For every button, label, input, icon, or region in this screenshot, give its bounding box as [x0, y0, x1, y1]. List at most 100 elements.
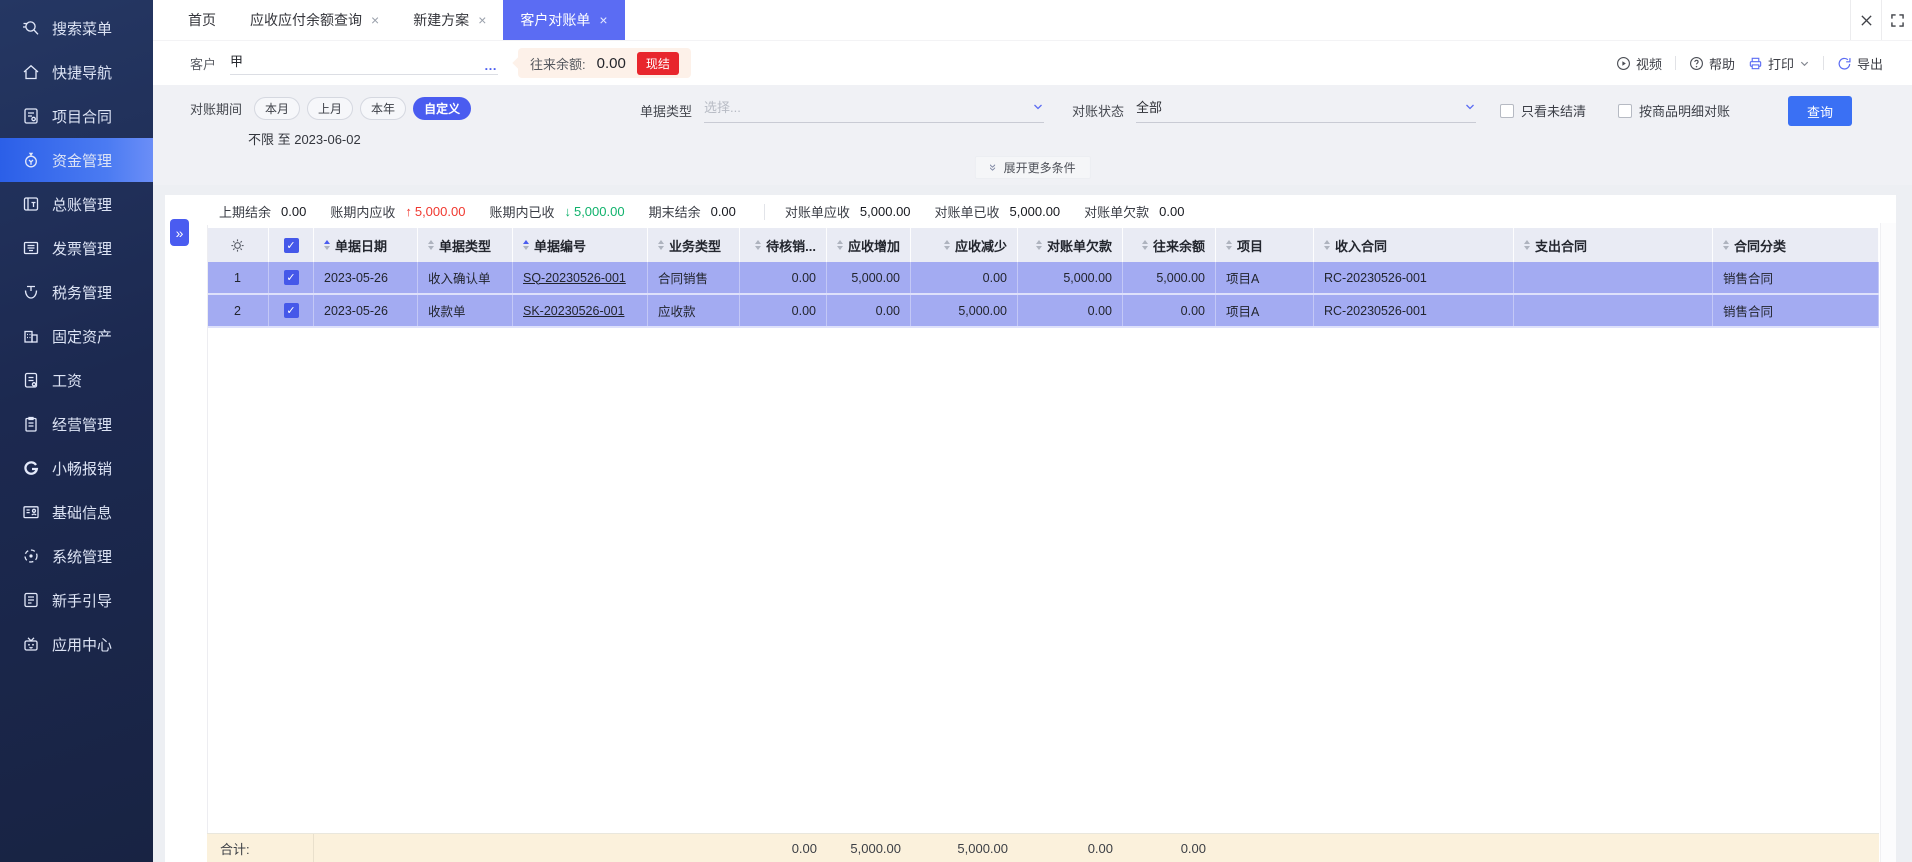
double-chevron-down-icon: » — [985, 163, 1001, 172]
sidebar-item-system-mgmt[interactable]: 系统管理 — [0, 534, 153, 578]
sidebar-item-app-center[interactable]: 应用中心 — [0, 622, 153, 666]
close-tab-icon[interactable]: × — [599, 12, 607, 28]
cell-biz-type: 合同销售 — [648, 262, 740, 293]
only-unsettled-checkbox[interactable] — [1500, 103, 1514, 118]
cell-select: ✓ — [269, 295, 314, 326]
period-option-btn[interactable]: 上月 — [307, 97, 354, 120]
video-button[interactable]: 视频 — [1616, 54, 1662, 73]
row-checkbox[interactable]: ✓ — [283, 303, 299, 318]
summary-value: 5,000.00 — [573, 204, 625, 219]
sort-icon[interactable] — [1324, 240, 1330, 250]
table-row[interactable]: 2 ✓ 2023-05-26 收款单 SK-20230526-001 应收款 0.00 0.0… — [207, 295, 1879, 328]
sort-icon[interactable] — [324, 240, 330, 250]
column-header-project[interactable]: 项目 — [1216, 228, 1314, 262]
export-button[interactable]: 导出 — [1837, 54, 1883, 73]
row-checkbox[interactable]: ✓ — [283, 270, 299, 285]
sidebar-item-general-ledger[interactable]: 总账管理 — [0, 182, 153, 226]
search-button[interactable]: 查询 — [1788, 96, 1852, 126]
period-range[interactable]: 不限 至 2023-06-02 — [248, 129, 361, 148]
sidebar-item-label: 小畅报销 — [52, 460, 113, 478]
sidebar-item-label: 项目合同 — [52, 108, 113, 126]
tab-ar-ap-balance-query[interactable]: 应收应付余额查询 × — [233, 0, 396, 40]
sort-icon[interactable] — [755, 240, 762, 250]
period-option-active[interactable]: 自定义 — [413, 97, 472, 120]
sidebar-item-label: 经营管理 — [52, 416, 113, 434]
sidebar-item-payroll[interactable]: 工资 — [0, 358, 153, 402]
sort-icon[interactable] — [1723, 240, 1729, 250]
column-header-pending-writeoff[interactable]: 待核销... — [740, 228, 827, 262]
column-header-income-contract[interactable]: 收入合同 — [1314, 228, 1514, 262]
table-settings-gear-icon[interactable] — [207, 228, 269, 262]
sidebar-item-newbie-guide[interactable]: 新手引导 — [0, 578, 153, 622]
cell-receivable-decrease: 5,000.00 — [911, 295, 1018, 326]
close-window-button[interactable] — [1850, 0, 1881, 40]
cell-contract-category: 销售合同 — [1713, 262, 1879, 293]
vertical-scrollbar[interactable] — [1880, 223, 1896, 862]
close-tab-icon[interactable]: × — [478, 12, 486, 28]
sidebar-item-xiaochang-expense[interactable]: 小畅报销 — [0, 446, 153, 490]
doc-no-link[interactable]: SQ-20230526-001 — [523, 271, 626, 285]
print-button[interactable]: 打印 — [1748, 54, 1810, 73]
cell-project: 项目A — [1216, 262, 1314, 293]
doc-no-link[interactable]: SK-20230526-001 — [523, 304, 624, 318]
sidebar-item-project-contract[interactable]: 项目合同 — [0, 94, 153, 138]
column-header-select[interactable]: ✓ — [269, 228, 314, 262]
sidebar-item-fixed-assets[interactable]: 固定资产 — [0, 314, 153, 358]
column-header-contract-category[interactable]: 合同分类 — [1713, 228, 1879, 262]
sidebar-item-label: 系统管理 — [52, 548, 113, 566]
column-header-doc-date[interactable]: 单据日期 — [314, 228, 418, 262]
sidebar-item-invoice-mgmt[interactable]: 发票管理 — [0, 226, 153, 270]
help-button[interactable]: 帮助 — [1689, 54, 1735, 73]
customer-input[interactable]: 甲 … — [230, 51, 499, 75]
funds-mgmt-icon — [21, 150, 41, 170]
fullscreen-icon — [1890, 13, 1904, 27]
status-select[interactable]: 全部 — [1136, 97, 1477, 123]
sidebar-item-funds-mgmt[interactable]: 资金管理 — [0, 138, 153, 182]
column-header-statement-owed[interactable]: 对账单欠款 — [1018, 228, 1123, 262]
cell-project: 项目A — [1216, 295, 1314, 326]
sort-icon[interactable] — [836, 240, 843, 250]
by-product-checkbox[interactable] — [1618, 103, 1632, 118]
sort-icon[interactable] — [1226, 240, 1232, 250]
column-header-doc-no[interactable]: 单据编号 — [513, 228, 648, 262]
column-header-expense-contract[interactable]: 支出合同 — [1514, 228, 1713, 262]
sidebar-item-business-mgmt[interactable]: 经营管理 — [0, 402, 153, 446]
sidebar-item-search-menu[interactable]: 搜索菜单 — [0, 6, 153, 50]
sidebar-item-base-info[interactable]: 基础信息 — [0, 490, 153, 534]
fixed-assets-icon — [21, 326, 41, 346]
collapse-panel-button[interactable]: » — [170, 219, 189, 246]
column-header-doc-type[interactable]: 单据类型 — [418, 228, 513, 262]
table-row[interactable]: 1 ✓ 2023-05-26 收入确认单 SQ-20230526-001 合同销售 0.00… — [207, 262, 1879, 295]
tab-customer-statement[interactable]: 客户对账单 × — [503, 0, 625, 40]
customer-picker-ellipsis-icon[interactable]: … — [484, 59, 498, 72]
settle-badge: 现结 — [636, 51, 679, 75]
sidebar-item-label: 发票管理 — [52, 240, 113, 258]
sidebar-item-tax-mgmt[interactable]: 税务管理 — [0, 270, 153, 314]
column-header-receivable-increase[interactable]: 应收增加 — [827, 228, 911, 262]
sort-desc-icon — [658, 246, 664, 250]
column-label: 单据类型 — [439, 238, 492, 254]
sort-icon[interactable] — [943, 240, 950, 250]
tab-new-plan[interactable]: 新建方案 × — [396, 0, 503, 40]
sort-desc-icon — [1324, 246, 1330, 250]
expand-more-button[interactable]: » 展开更多条件 — [974, 156, 1091, 179]
sort-icon[interactable] — [658, 240, 664, 250]
period-option-btn[interactable]: 本年 — [360, 97, 407, 120]
doc-type-select[interactable]: 选择... — [704, 97, 1045, 123]
totals-cell-receivable-increase: 5,000.00 — [850, 840, 901, 856]
column-header-receivable-decrease[interactable]: 应收减少 — [911, 228, 1018, 262]
tab-home[interactable]: 首页 — [171, 0, 233, 40]
close-tab-icon[interactable]: × — [371, 12, 379, 28]
period-option-btn[interactable]: 本月 — [254, 97, 301, 120]
sort-icon[interactable] — [1524, 240, 1530, 250]
sort-icon[interactable] — [428, 240, 434, 250]
select-all-checkbox[interactable]: ✓ — [283, 237, 299, 253]
sort-icon[interactable] — [523, 240, 529, 250]
sort-icon[interactable] — [1035, 240, 1042, 250]
column-header-running-balance[interactable]: 往来余额 — [1123, 228, 1216, 262]
sort-icon[interactable] — [1141, 240, 1148, 250]
fullscreen-button[interactable] — [1881, 0, 1912, 40]
cell-receivable-increase: 5,000.00 — [827, 262, 911, 293]
column-header-biz-type[interactable]: 业务类型 — [648, 228, 740, 262]
sidebar-item-quick-nav[interactable]: 快捷导航 — [0, 50, 153, 94]
